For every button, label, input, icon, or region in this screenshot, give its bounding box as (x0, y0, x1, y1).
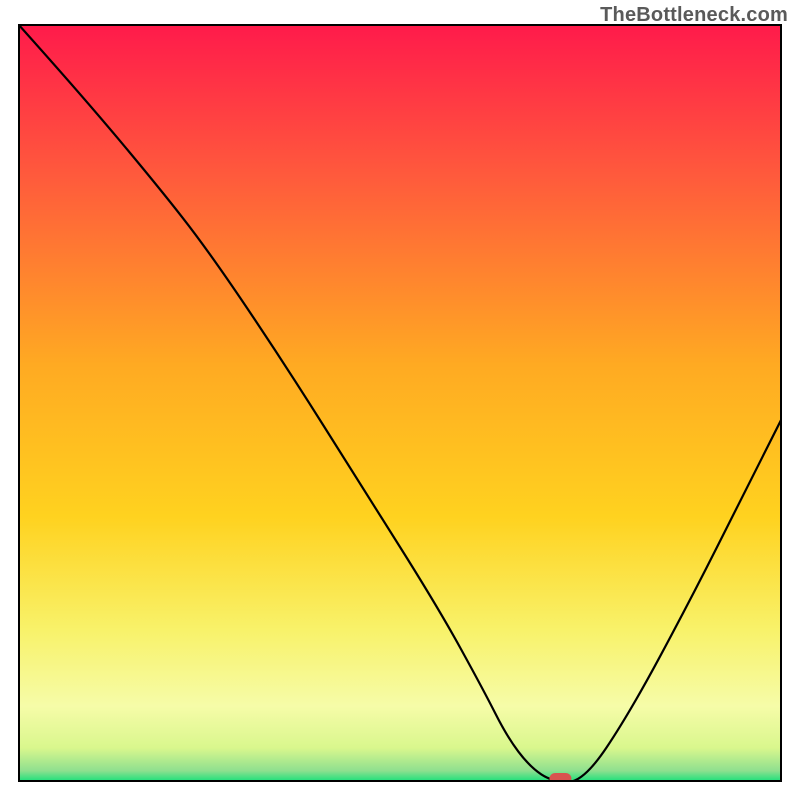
chart-svg (18, 24, 782, 782)
plot-area (18, 24, 782, 782)
gradient-background (18, 24, 782, 782)
chart-stage: TheBottleneck.com (0, 0, 800, 800)
